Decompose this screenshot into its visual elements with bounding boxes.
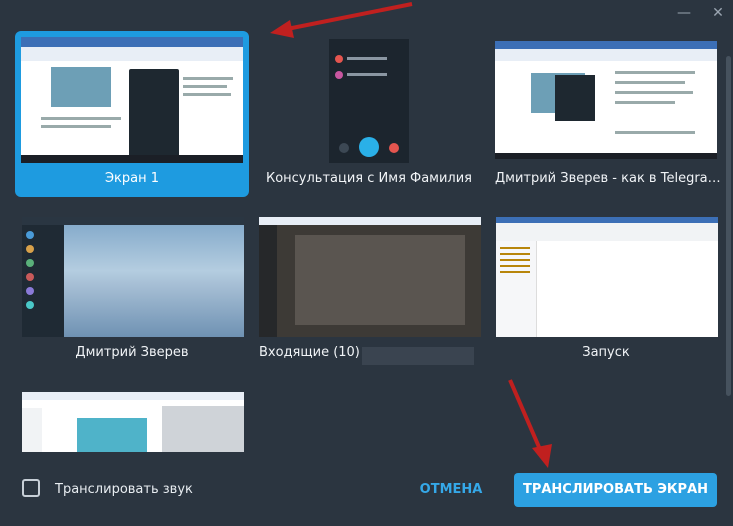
source-preview [496,217,718,337]
source-preview [329,39,409,163]
close-icon[interactable]: ✕ [704,0,732,26]
source-preview [22,392,244,452]
source-tile-zverev[interactable]: Дмитрий Зверев [15,205,249,371]
cancel-button[interactable]: ОТМЕНА [410,474,492,506]
source-tile-consultation[interactable]: Консультация с Имя Фамилия [252,31,486,197]
share-screen-button[interactable]: ТРАНСЛИРОВАТЬ ЭКРАН [514,473,717,507]
source-preview [495,41,717,159]
source-tile-telegram-doc[interactable]: Дмитрий Зверев - как в Telegra… [489,31,723,197]
source-label: Экран 1 [104,171,160,186]
scrollbar-thumb[interactable] [726,56,731,396]
redacted-text [362,347,474,365]
source-label: Дмитрий Зверев [75,345,189,360]
source-label: Дмитрий Зверев - как в Telegra… [495,171,721,186]
source-tile-inbox[interactable]: Входящие (10) - [252,205,486,371]
sound-label: Транслировать звук [55,482,193,497]
source-tile-screen-1[interactable]: Экран 1 [15,31,249,197]
screen-share-dialog: — ✕ Экран 1 Консультация с Имя Фамилия Д… [0,0,733,526]
sound-checkbox[interactable] [22,479,40,497]
source-tile-partial[interactable] [15,380,249,452]
source-label: Запуск [582,345,630,360]
annotation-arrow-bottom [508,379,552,468]
minimize-icon[interactable]: — [670,0,698,26]
source-preview [259,217,481,337]
source-label: Консультация с Имя Фамилия [265,171,473,186]
scrollbar[interactable] [723,26,733,446]
source-preview [21,37,243,163]
annotation-arrow-top [270,2,413,38]
source-preview [22,217,244,337]
source-tile-launch[interactable]: Запуск [489,205,723,371]
